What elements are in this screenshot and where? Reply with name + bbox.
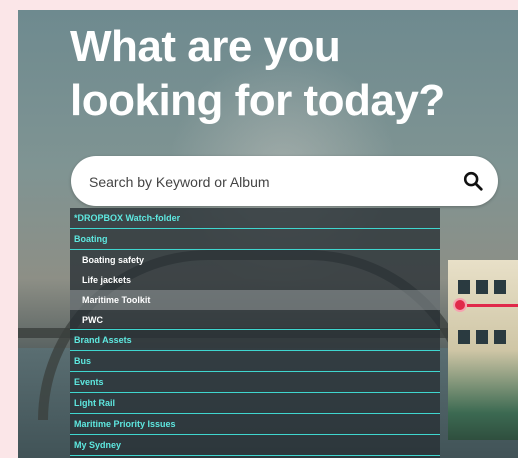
page-title: What are you looking for today? xyxy=(70,20,510,128)
title-line-2: looking for today? xyxy=(70,76,445,125)
ferry-window xyxy=(494,280,506,294)
ferry-window xyxy=(494,330,506,344)
dropdown-item-events[interactable]: Events xyxy=(70,372,440,393)
dropdown-item-light-rail[interactable]: Light Rail xyxy=(70,393,440,414)
dropdown-item-dropbox[interactable]: *DROPBOX Watch-folder xyxy=(70,208,440,229)
dropdown-subitem-maritime-toolkit[interactable]: Maritime Toolkit xyxy=(70,290,440,310)
dropdown-subitem-boating-safety[interactable]: Boating safety xyxy=(70,250,440,270)
ferry-window xyxy=(476,330,488,344)
dropdown-item-maritime-priority-issues[interactable]: Maritime Priority Issues xyxy=(70,414,440,435)
dropdown-item-boating[interactable]: Boating xyxy=(70,229,440,250)
ferry-window xyxy=(458,280,470,294)
dropdown-subitem-pwc[interactable]: PWC xyxy=(70,310,440,330)
search-bar xyxy=(71,156,498,208)
search-icon[interactable] xyxy=(462,170,484,192)
dropdown-subitem-life-jackets[interactable]: Life jackets xyxy=(70,270,440,290)
dropdown-item-my-sydney[interactable]: My Sydney xyxy=(70,435,440,456)
pointer-line xyxy=(467,304,518,307)
ferry-window xyxy=(458,330,470,344)
ferry-window xyxy=(476,280,488,294)
ferry-illustration xyxy=(448,260,518,440)
hero-banner: What are you looking for today? *DROPBOX… xyxy=(18,10,518,458)
search-suggestions-dropdown: *DROPBOX Watch-folder Boating Boating sa… xyxy=(70,208,440,458)
dropdown-item-bus[interactable]: Bus xyxy=(70,351,440,372)
title-line-1: What are you xyxy=(70,22,341,71)
search-input[interactable] xyxy=(87,156,451,208)
pointer-handle[interactable] xyxy=(453,298,467,312)
dropdown-item-brand-assets[interactable]: Brand Assets xyxy=(70,330,440,351)
